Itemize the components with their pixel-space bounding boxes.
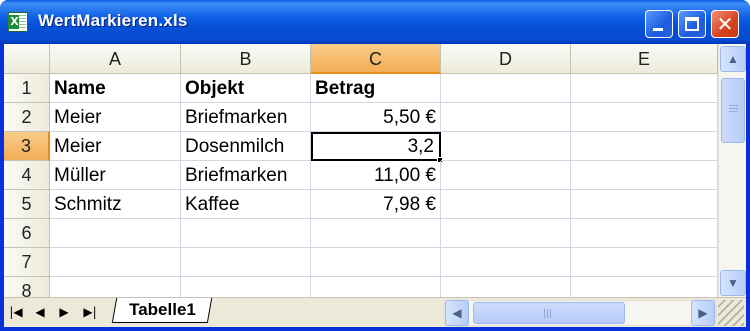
arrow-left-icon: ◀ — [452, 306, 462, 320]
cell-b4[interactable]: Briefmarken — [181, 161, 311, 190]
horizontal-scroll-thumb[interactable] — [473, 302, 625, 324]
arrow-right-icon: ▶ — [698, 306, 708, 320]
maximize-icon — [685, 17, 699, 31]
maximize-button[interactable] — [678, 10, 706, 38]
arrow-down-icon: ▼ — [727, 276, 739, 290]
scroll-right-button[interactable]: ▶ — [691, 300, 715, 326]
next-sheet-button[interactable]: ▶ — [54, 303, 74, 321]
column-header-d[interactable]: D — [441, 44, 571, 74]
cell-d2[interactable] — [441, 103, 571, 132]
cell-d7[interactable] — [441, 248, 571, 277]
cell-d6[interactable] — [441, 219, 571, 248]
cell-e7[interactable] — [571, 248, 718, 277]
row-header-7[interactable]: 7 — [4, 248, 50, 277]
cell-a2[interactable]: Meier — [50, 103, 181, 132]
window-title: WertMarkieren.xls — [38, 11, 188, 30]
grip-icon — [729, 105, 738, 114]
cell-c5[interactable]: 7,98 € — [311, 190, 441, 219]
cell-e1[interactable] — [571, 74, 718, 103]
cell-c2[interactable]: 5,50 € — [311, 103, 441, 132]
cell-c1[interactable]: Betrag — [311, 74, 441, 103]
cell-a4[interactable]: Müller — [50, 161, 181, 190]
excel-window: X WertMarkieren.xls ✕ A B C D E 1 Name Objekt Be… — [0, 0, 750, 331]
first-sheet-button[interactable]: |◀ — [6, 303, 26, 321]
row-header-5[interactable]: 5 — [4, 190, 50, 219]
prev-sheet-button[interactable]: ◀ — [30, 303, 50, 321]
cell-d4[interactable] — [441, 161, 571, 190]
horizontal-scrollbar[interactable]: ◀ ▶ — [444, 300, 716, 326]
cell-c4[interactable]: 11,00 € — [311, 161, 441, 190]
cell-b5[interactable]: Kaffee — [181, 190, 311, 219]
cell-a3[interactable]: Meier — [50, 132, 181, 161]
resize-grip-icon[interactable] — [718, 300, 744, 326]
cell-c3[interactable]: 3,2 — [311, 132, 441, 161]
minimize-button[interactable] — [645, 10, 673, 38]
column-header-c[interactable]: C — [311, 44, 441, 74]
row-header-2[interactable]: 2 — [4, 103, 50, 132]
row-header-1[interactable]: 1 — [4, 74, 50, 103]
sheet-tab-label: Tabelle1 — [128, 300, 196, 319]
cell-a6[interactable] — [50, 219, 181, 248]
title-bar[interactable]: X WertMarkieren.xls ✕ — [0, 0, 750, 44]
cell-b6[interactable] — [181, 219, 311, 248]
select-all-corner[interactable] — [4, 44, 50, 74]
row-header-3[interactable]: 3 — [4, 132, 50, 161]
cell-d5[interactable] — [441, 190, 571, 219]
cell-d3[interactable] — [441, 132, 571, 161]
cell-b3[interactable]: Dosenmilch — [181, 132, 311, 161]
close-button[interactable]: ✕ — [711, 10, 739, 38]
cell-e4[interactable] — [571, 161, 718, 190]
cell-a7[interactable] — [50, 248, 181, 277]
column-header-a[interactable]: A — [50, 44, 181, 74]
worksheet-area: A B C D E 1 Name Objekt Betrag 2 Meier Briefmarken 5… — [4, 44, 746, 327]
scroll-down-button[interactable]: ▼ — [720, 270, 746, 296]
cell-d1[interactable] — [441, 74, 571, 103]
cell-e5[interactable] — [571, 190, 718, 219]
close-icon: ✕ — [716, 12, 734, 36]
cell-c7[interactable] — [311, 248, 441, 277]
row-header-6[interactable]: 6 — [4, 219, 50, 248]
cell-e6[interactable] — [571, 219, 718, 248]
cell-a1[interactable]: Name — [50, 74, 181, 103]
cell-e3[interactable] — [571, 132, 718, 161]
last-sheet-button[interactable]: ▶| — [80, 303, 100, 321]
column-header-e[interactable]: E — [571, 44, 718, 74]
vertical-scroll-thumb[interactable] — [721, 78, 745, 143]
scroll-up-button[interactable]: ▲ — [720, 46, 746, 72]
cell-c6[interactable] — [311, 219, 441, 248]
sheet-tab-bar: |◀ ◀ ▶ ▶| Tabelle1 ◀ ▶ — [4, 297, 746, 327]
arrow-up-icon: ▲ — [727, 52, 739, 66]
scroll-left-button[interactable]: ◀ — [445, 300, 469, 326]
cell-e2[interactable] — [571, 103, 718, 132]
excel-icon-grid — [19, 15, 26, 29]
minimize-icon — [653, 28, 663, 31]
cell-b2[interactable]: Briefmarken — [181, 103, 311, 132]
vertical-scrollbar[interactable]: ▲ ▼ — [718, 44, 746, 297]
grip-icon — [544, 309, 553, 318]
excel-icon[interactable]: X — [8, 12, 28, 32]
column-header-b[interactable]: B — [181, 44, 311, 74]
sheet-tab-tabelle1[interactable]: Tabelle1 — [111, 298, 213, 323]
row-header-4[interactable]: 4 — [4, 161, 50, 190]
cell-a5[interactable]: Schmitz — [50, 190, 181, 219]
cell-b7[interactable] — [181, 248, 311, 277]
cell-b1[interactable]: Objekt — [181, 74, 311, 103]
